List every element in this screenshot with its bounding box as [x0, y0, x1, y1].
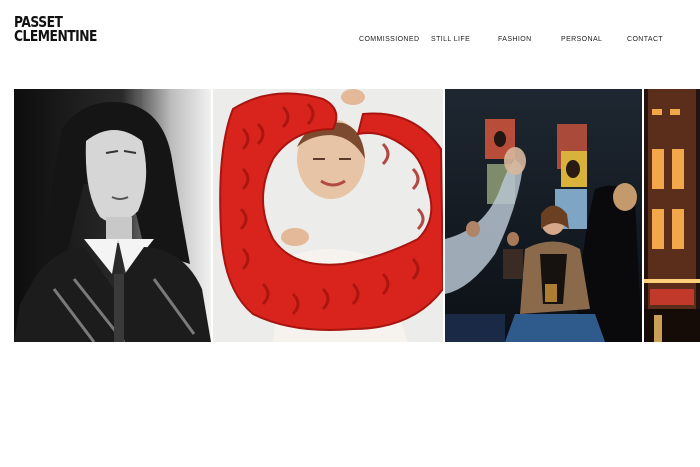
nav-item-personal[interactable]: PERSONAL: [561, 36, 602, 43]
portrait-bw-photo-icon: [14, 89, 211, 342]
photo-gallery-strip: [14, 89, 700, 342]
gallery-photo-portrait[interactable]: [14, 89, 211, 342]
main-nav: COMMISSIONED STILL LIFE FASHION PERSONAL…: [0, 36, 700, 48]
nav-item-commissioned[interactable]: COMMISSIONED: [359, 36, 419, 43]
gallery-photo-red-knit[interactable]: [213, 89, 443, 342]
gallery-photo-lit-building[interactable]: [644, 89, 700, 342]
lit-building-night-photo-icon: [644, 89, 700, 342]
nav-item-contact[interactable]: CONTACT: [627, 36, 663, 43]
red-knit-sweater-photo-icon: [213, 89, 443, 342]
night-bar-crowd-photo-icon: [445, 89, 642, 342]
nav-item-still-life[interactable]: STILL LIFE: [431, 36, 470, 43]
gallery-photo-night-bar[interactable]: [445, 89, 642, 342]
nav-item-fashion[interactable]: FASHION: [498, 36, 532, 43]
